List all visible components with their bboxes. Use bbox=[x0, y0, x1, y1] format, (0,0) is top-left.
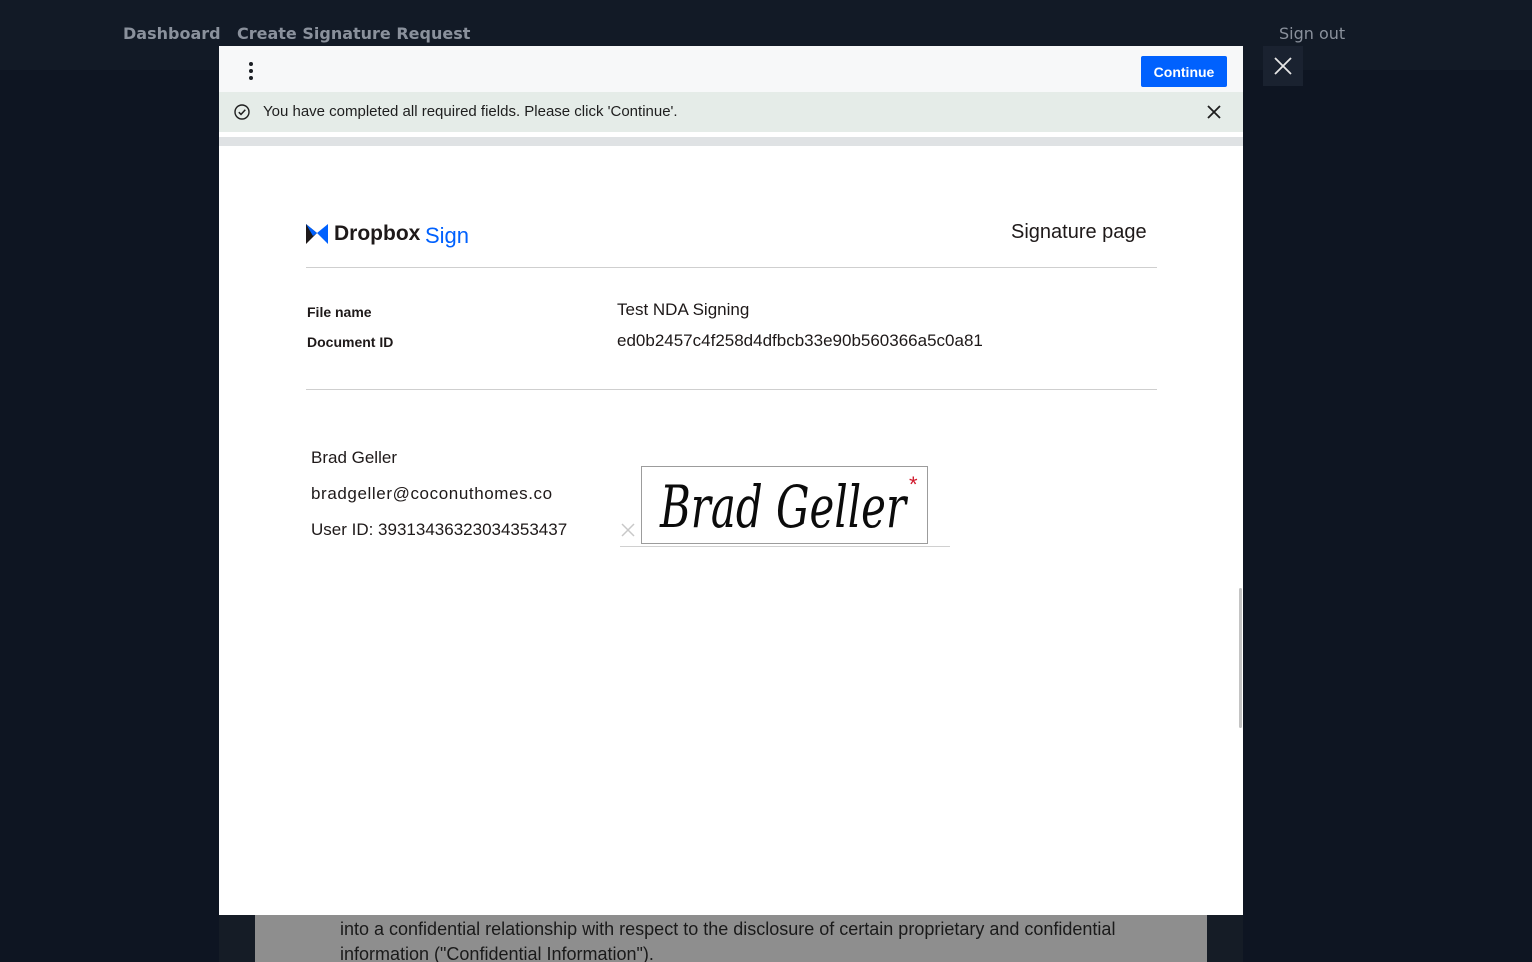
page-title: Signature page bbox=[1011, 221, 1147, 243]
signer-email: bradgeller@coconuthomes.co bbox=[311, 484, 553, 503]
required-marker: * bbox=[909, 472, 918, 497]
signature-line bbox=[620, 546, 950, 547]
signer-name: Brad Geller bbox=[311, 448, 397, 467]
svg-text:Brad Geller: Brad Geller bbox=[659, 473, 908, 541]
close-banner-icon[interactable] bbox=[1207, 105, 1221, 119]
continue-button[interactable]: Continue bbox=[1141, 56, 1227, 87]
background-document-page: into a confidential relationship with re… bbox=[255, 915, 1207, 962]
nav-create-signature-request-link[interactable]: Create Signature Request bbox=[237, 24, 470, 43]
more-options-icon[interactable] bbox=[245, 62, 257, 80]
completion-banner: You have completed all required fields. … bbox=[219, 92, 1243, 132]
background-document-text: into a confidential relationship with re… bbox=[340, 919, 1116, 939]
file-name-value: Test NDA Signing bbox=[617, 300, 750, 319]
clear-signature-icon[interactable] bbox=[620, 522, 636, 538]
sign-out-link[interactable]: Sign out bbox=[1279, 24, 1345, 43]
divider bbox=[219, 137, 1243, 146]
check-circle-icon bbox=[234, 104, 250, 120]
close-icon bbox=[1274, 57, 1292, 75]
divider bbox=[306, 389, 1157, 390]
signing-modal: Continue You have completed all required… bbox=[219, 46, 1243, 915]
file-name-label: File name bbox=[307, 304, 372, 320]
modal-toolbar: Continue bbox=[219, 46, 1243, 92]
handwritten-signature: Brad Geller bbox=[659, 473, 908, 541]
logo-wordmark: Dropbox bbox=[334, 222, 421, 245]
signature-field[interactable]: Brad Geller * bbox=[641, 466, 928, 544]
signer-user-id: User ID: 39313436323034353437 bbox=[311, 520, 568, 539]
divider bbox=[306, 267, 1157, 268]
banner-message: You have completed all required fields. … bbox=[263, 103, 678, 120]
document-id-value: ed0b2457c4f258d4dfbcb33e90b560366a5c0a81 bbox=[617, 331, 983, 350]
nav-dashboard-link[interactable]: Dashboard bbox=[123, 24, 221, 43]
document-id-label: Document ID bbox=[307, 334, 394, 350]
close-modal-button[interactable] bbox=[1263, 46, 1303, 86]
background-document-text: information ("Confidential Information")… bbox=[340, 944, 654, 962]
logo-sign-text: Sign bbox=[425, 223, 470, 248]
scrollbar[interactable] bbox=[1239, 588, 1242, 728]
dropbox-sign-logo-icon bbox=[306, 224, 328, 244]
